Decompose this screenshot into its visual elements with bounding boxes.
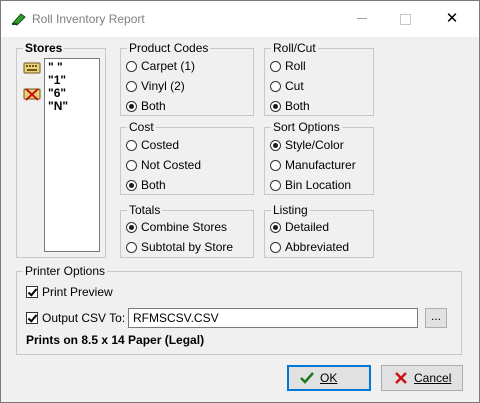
radio-manufacturer-dot xyxy=(270,160,281,171)
radio-vinyl[interactable]: Vinyl (2) xyxy=(126,78,185,94)
radio-roll-dot xyxy=(270,61,281,72)
radio-abbreviated-label: Abbreviated xyxy=(285,240,350,254)
radio-bin-location-dot xyxy=(270,180,281,191)
radio-detailed[interactable]: Detailed xyxy=(270,219,329,235)
radio-carpet-dot xyxy=(126,61,137,72)
radio-detailed-dot xyxy=(270,222,281,233)
radio-cut[interactable]: Cut xyxy=(270,78,304,94)
radio-subtotal-by-store-dot xyxy=(126,242,137,253)
ok-button[interactable]: OK xyxy=(287,365,371,391)
radio-product-both-label: Both xyxy=(141,99,166,113)
minimize-button[interactable] xyxy=(347,8,377,30)
radio-abbreviated-dot xyxy=(270,242,281,253)
listing-group: Listing Detailed Abbreviated xyxy=(264,203,374,258)
sort-options-group: Sort Options Style/Color Manufacturer Bi… xyxy=(264,120,374,195)
ok-label: OK xyxy=(320,371,338,385)
radio-costed[interactable]: Costed xyxy=(126,137,179,153)
radio-carpet[interactable]: Carpet (1) xyxy=(126,58,195,74)
cancel-x-icon xyxy=(395,372,407,384)
radio-subtotal-by-store[interactable]: Subtotal by Store xyxy=(126,239,233,255)
radio-cost-both-label: Both xyxy=(141,178,166,192)
radio-roll[interactable]: Roll xyxy=(270,58,306,74)
radio-style-color[interactable]: Style/Color xyxy=(270,137,344,153)
close-icon: ✕ xyxy=(445,10,459,27)
radio-abbreviated[interactable]: Abbreviated xyxy=(270,239,349,255)
keyboard-icon[interactable] xyxy=(23,60,41,76)
radio-style-color-label: Style/Color xyxy=(285,138,344,152)
radio-vinyl-label: Vinyl (2) xyxy=(141,79,185,93)
maximize-icon xyxy=(399,14,411,25)
radio-bin-location-label: Bin Location xyxy=(285,178,352,192)
output-csv-checkbox[interactable]: Output CSV To: xyxy=(26,310,125,326)
radio-product-both[interactable]: Both xyxy=(126,98,166,114)
stores-listbox[interactable]: " " "1" "6" "N" xyxy=(44,58,100,252)
radio-rollcut-both[interactable]: Both xyxy=(270,98,310,114)
listing-label: Listing xyxy=(271,203,310,217)
window-title: Roll Inventory Report xyxy=(32,12,145,26)
radio-cut-dot xyxy=(270,81,281,92)
radio-not-costed-dot xyxy=(126,160,137,171)
radio-detailed-label: Detailed xyxy=(285,220,330,234)
cancel-button[interactable]: Cancel xyxy=(381,365,463,391)
radio-manufacturer-label: Manufacturer xyxy=(285,158,356,172)
checkmark-icon xyxy=(300,372,314,384)
radio-costed-label: Costed xyxy=(141,138,180,152)
totals-group: Totals Combine Stores Subtotal by Store xyxy=(120,203,254,258)
stores-label: Stores xyxy=(23,41,65,55)
roll-cut-label: Roll/Cut xyxy=(271,41,318,55)
cancel-label: Cancel xyxy=(414,371,452,385)
csv-filename-input[interactable]: RFMSCSV.CSV xyxy=(128,308,418,328)
radio-product-both-dot xyxy=(126,101,137,112)
radio-combine-stores-dot xyxy=(126,222,137,233)
store-item[interactable]: "N" xyxy=(48,100,68,113)
paper-size-note: Prints on 8.5 x 14 Paper (Legal) xyxy=(26,333,205,347)
printer-options-label: Printer Options xyxy=(23,264,108,278)
title-bar[interactable]: Roll Inventory Report ✕ xyxy=(1,1,479,37)
radio-vinyl-dot xyxy=(126,81,137,92)
radio-rollcut-both-dot xyxy=(270,101,281,112)
radio-roll-label: Roll xyxy=(285,59,306,73)
radio-manufacturer[interactable]: Manufacturer xyxy=(270,157,356,173)
app-icon xyxy=(12,13,26,26)
close-button[interactable]: ✕ xyxy=(437,8,467,30)
dialog-window: Roll Inventory Report ✕ Stores " " "1" "… xyxy=(0,0,480,403)
cost-group: Cost Costed Not Costed Both xyxy=(120,120,254,195)
radio-cut-label: Cut xyxy=(285,79,304,93)
browse-button[interactable]: ... xyxy=(425,308,447,328)
radio-cost-both[interactable]: Both xyxy=(126,177,166,193)
radio-costed-dot xyxy=(126,140,137,151)
print-preview-check xyxy=(26,286,38,298)
sort-options-label: Sort Options xyxy=(271,120,342,134)
maximize-button[interactable] xyxy=(390,8,420,30)
radio-not-costed-label: Not Costed xyxy=(141,158,202,172)
radio-carpet-label: Carpet (1) xyxy=(141,59,196,73)
radio-combine-stores-label: Combine Stores xyxy=(141,220,228,234)
totals-label: Totals xyxy=(127,203,163,217)
print-preview-label: Print Preview xyxy=(42,285,113,299)
output-csv-check xyxy=(26,312,38,324)
roll-cut-group: Roll/Cut Roll Cut Both xyxy=(264,41,374,116)
radio-style-color-dot xyxy=(270,140,281,151)
cost-label: Cost xyxy=(127,120,156,134)
radio-combine-stores[interactable]: Combine Stores xyxy=(126,219,227,235)
radio-bin-location[interactable]: Bin Location xyxy=(270,177,351,193)
radio-cost-both-dot xyxy=(126,180,137,191)
minimize-icon xyxy=(357,18,367,19)
print-preview-checkbox[interactable]: Print Preview xyxy=(26,284,113,300)
product-codes-label: Product Codes xyxy=(127,41,211,55)
radio-rollcut-both-label: Both xyxy=(285,99,310,113)
radio-not-costed[interactable]: Not Costed xyxy=(126,157,201,173)
clear-list-icon[interactable] xyxy=(23,86,41,102)
output-csv-label: Output CSV To: xyxy=(42,311,126,325)
product-codes-group: Product Codes Carpet (1) Vinyl (2) Both xyxy=(120,41,254,116)
radio-subtotal-by-store-label: Subtotal by Store xyxy=(141,240,234,254)
